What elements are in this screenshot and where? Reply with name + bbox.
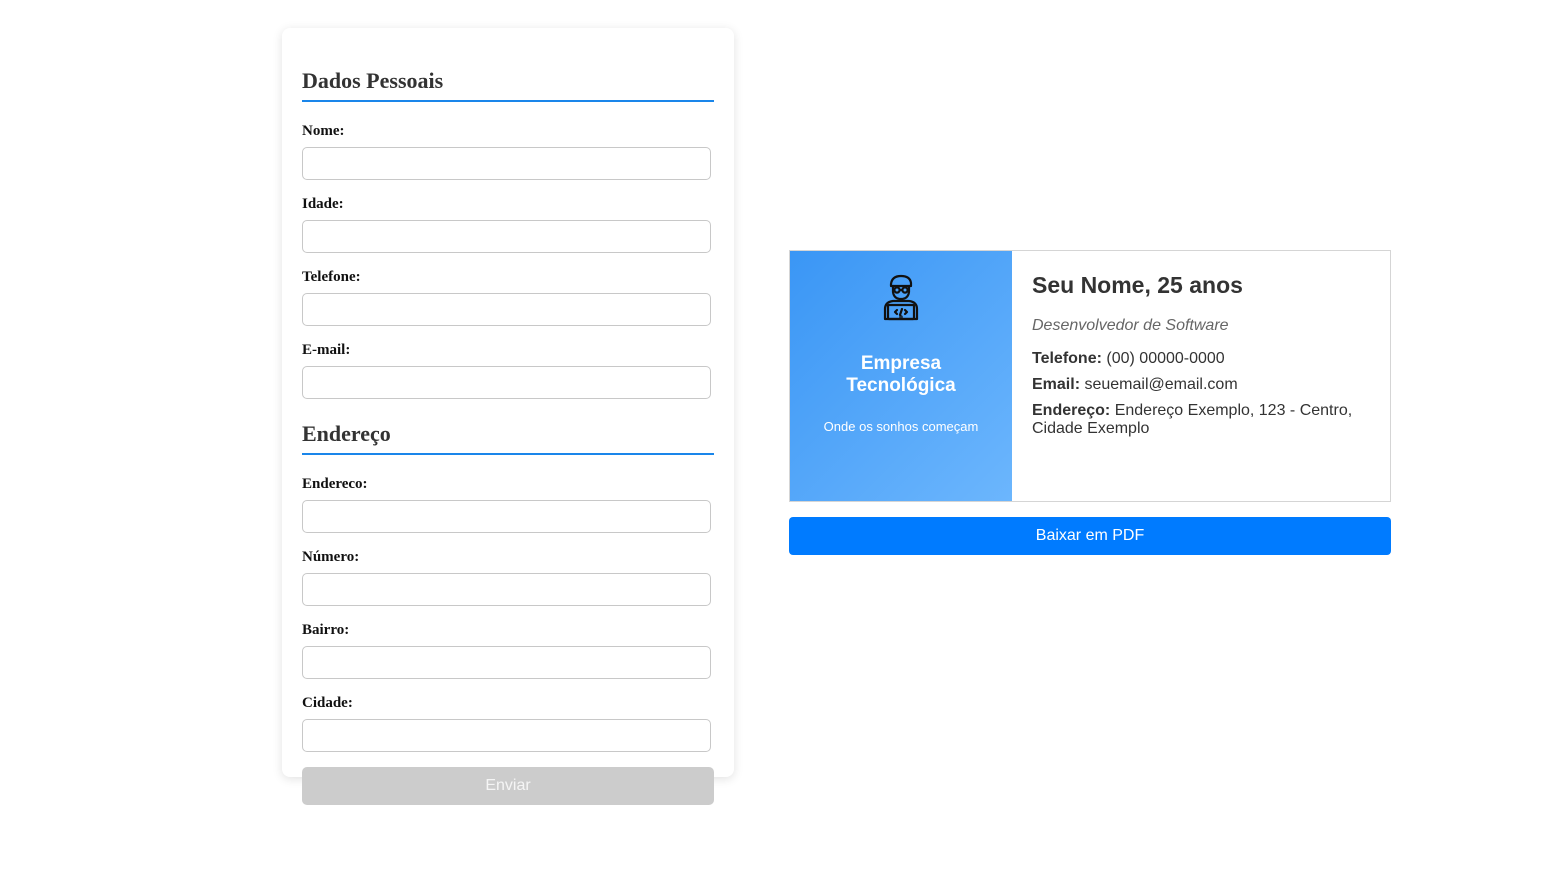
email-input[interactable] bbox=[302, 366, 711, 399]
developer-icon bbox=[883, 274, 919, 321]
section-title-personal: Dados Pessoais bbox=[302, 68, 714, 102]
card-email-label: Email: bbox=[1032, 376, 1081, 393]
city-label: Cidade: bbox=[302, 695, 353, 711]
person-name-age: Seu Nome, 25 anos bbox=[1032, 272, 1243, 298]
phone-label: Telefone: bbox=[302, 269, 361, 285]
field-phone: Telefone: bbox=[302, 268, 714, 326]
neighborhood-label: Bairro: bbox=[302, 622, 350, 638]
number-input[interactable] bbox=[302, 573, 711, 606]
card-brand-panel: Empresa Tecnológica Onde os sonhos começ… bbox=[790, 251, 1012, 501]
company-slogan: Onde os sonhos começam bbox=[823, 419, 979, 434]
city-input[interactable] bbox=[302, 719, 711, 752]
age-label: Idade: bbox=[302, 196, 344, 212]
submit-button[interactable]: Enviar bbox=[302, 767, 714, 805]
card-phone-label: Telefone: bbox=[1032, 350, 1102, 367]
company-name: Empresa Tecnológica bbox=[846, 353, 956, 396]
email-label: E-mail: bbox=[302, 342, 351, 358]
number-label: Número: bbox=[302, 549, 360, 565]
card-phone: Telefone: (00) 00000-0000 bbox=[1032, 350, 1370, 368]
card-info-panel: Seu Nome, 25 anos Desenvolvedor de Softw… bbox=[1012, 251, 1390, 501]
field-city: Cidade: bbox=[302, 694, 714, 752]
field-age: Idade: bbox=[302, 195, 714, 253]
personal-data-form: Dados Pessoais Nome: Idade: Telefone: E-… bbox=[282, 28, 734, 805]
field-street: Endereco: bbox=[302, 475, 714, 533]
business-card: Empresa Tecnológica Onde os sonhos começ… bbox=[789, 250, 1391, 502]
card-phone-value: (00) 00000-0000 bbox=[1106, 350, 1225, 367]
name-input[interactable] bbox=[302, 147, 711, 180]
job-title: Desenvolvedor de Software bbox=[1032, 317, 1229, 334]
download-pdf-button[interactable]: Baixar em PDF bbox=[789, 517, 1391, 555]
street-label: Endereco: bbox=[302, 476, 368, 492]
street-input[interactable] bbox=[302, 500, 711, 533]
card-address: Endereço: Endereço Exemplo, 123 - Centro… bbox=[1032, 402, 1370, 438]
neighborhood-input[interactable] bbox=[302, 646, 711, 679]
card-email-value: seuemail@email.com bbox=[1084, 376, 1238, 393]
phone-input[interactable] bbox=[302, 293, 711, 326]
field-neighborhood: Bairro: bbox=[302, 621, 714, 679]
section-title-address: Endereço bbox=[302, 421, 714, 455]
name-label: Nome: bbox=[302, 123, 345, 139]
field-number: Número: bbox=[302, 548, 714, 606]
card-email: Email: seuemail@email.com bbox=[1032, 376, 1370, 394]
card-address-label: Endereço: bbox=[1032, 402, 1111, 419]
field-email: E-mail: bbox=[302, 341, 714, 399]
age-input[interactable] bbox=[302, 220, 711, 253]
field-name: Nome: bbox=[302, 122, 714, 180]
